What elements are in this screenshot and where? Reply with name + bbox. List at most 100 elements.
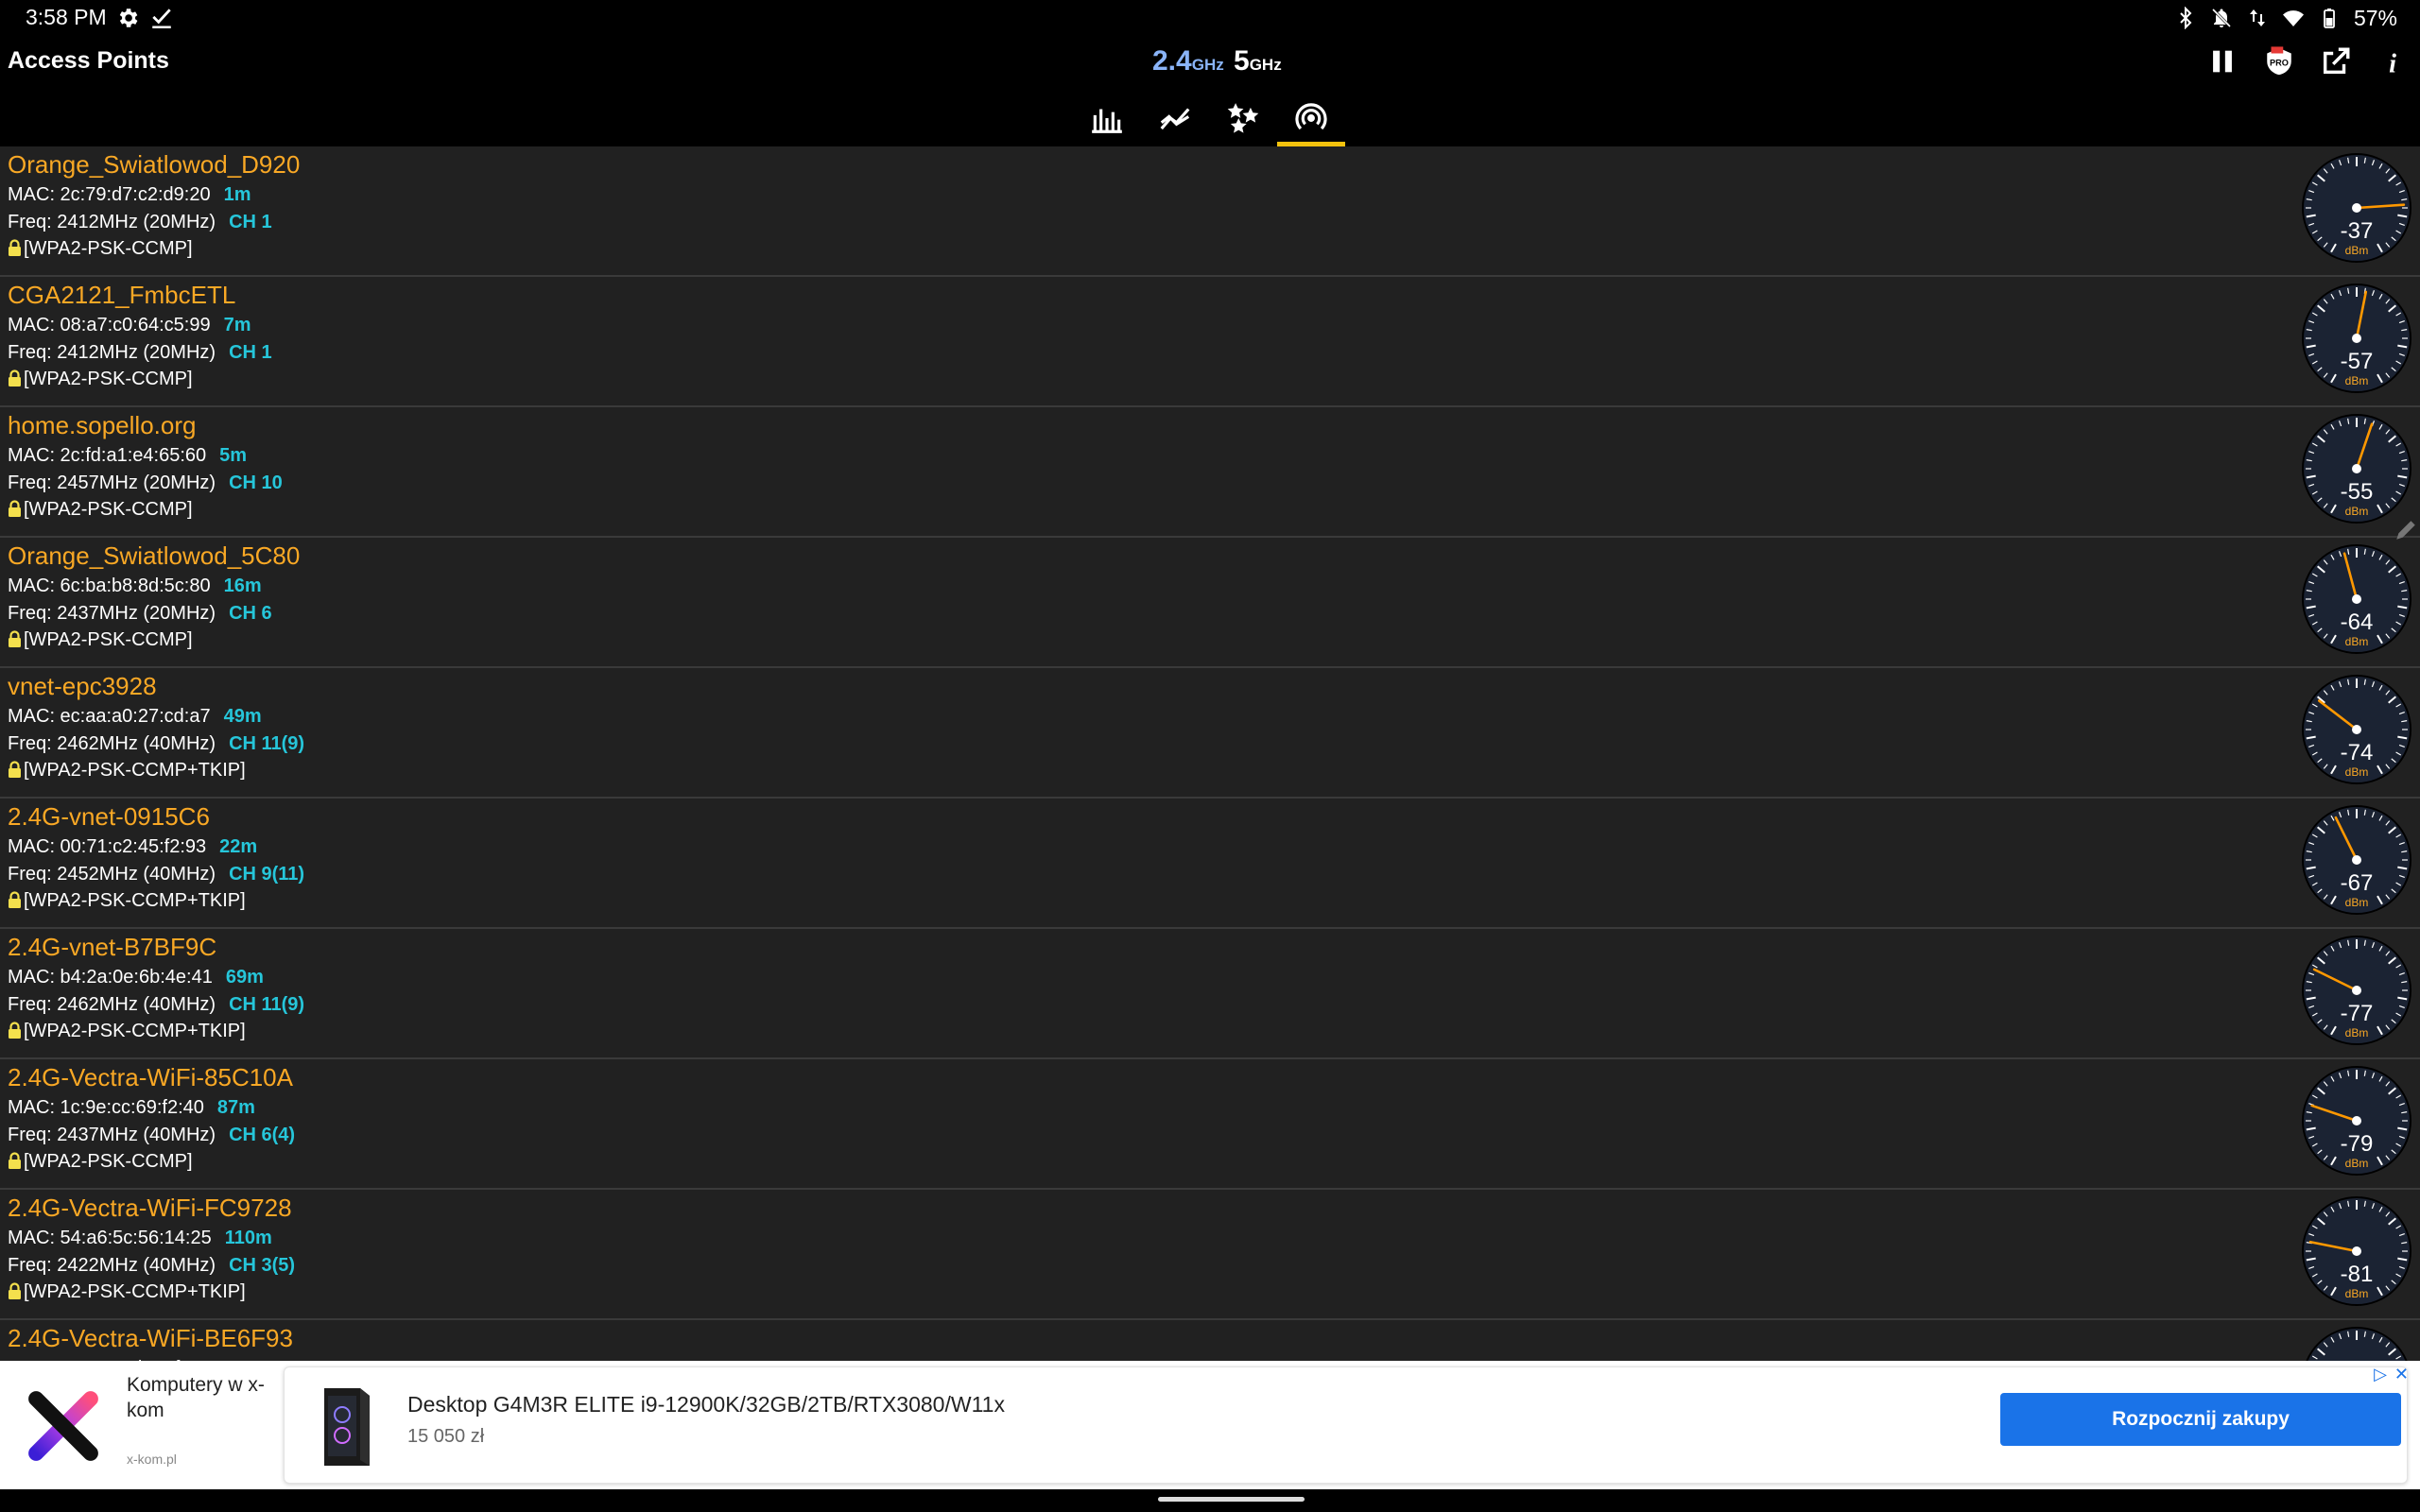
close-icon[interactable]: ✕	[2394, 1365, 2409, 1384]
freq-line: Freq: 2437MHz (20MHz) CH 6	[8, 603, 272, 625]
access-point-row[interactable]: Orange_Swiatlowod_5C80 MAC: 6c:ba:b8:8d:5…	[0, 538, 2420, 668]
band-5-number: 5	[1234, 45, 1250, 77]
gauge-hub	[2352, 1246, 2361, 1256]
distance-estimate: 49m	[223, 706, 262, 727]
access-point-row[interactable]: Orange_Swiatlowod_D920 MAC: 2c:79:d7:c2:d…	[0, 146, 2420, 277]
access-point-row[interactable]: home.sopello.org MAC: 2c:fd:a1:e4:65:60 5m…	[0, 407, 2420, 538]
tab-access-points[interactable]	[1277, 89, 1345, 146]
svg-text:i: i	[2389, 49, 2396, 77]
frequency: Freq: 2457MHz (20MHz)	[8, 472, 216, 493]
tab-channel-graph[interactable]	[1073, 89, 1141, 146]
dbm-unit: dBm	[2345, 244, 2369, 257]
mac-line: MAC: 08:a7:c0:64:c5:99 7m	[8, 315, 251, 336]
signal-gauge: -57dBm	[2302, 284, 2411, 393]
distance-estimate: 69m	[225, 967, 264, 988]
dbm-value: -64	[2341, 610, 2374, 635]
mac-address: MAC: 54:a6:5c:56:14:25	[8, 1228, 212, 1248]
gauge-hub	[2352, 986, 2361, 995]
mac-address: MAC: 2c:79:d7:c2:d9:20	[8, 184, 211, 205]
gear-icon	[119, 9, 138, 27]
ad-product-card[interactable]: Desktop G4M3R ELITE i9-12900K/32GB/2TB/R…	[284, 1366, 2408, 1484]
lock-icon	[9, 1022, 21, 1039]
dbm-value: -79	[2341, 1131, 2374, 1157]
ssid-label: Orange_Swiatlowod_D920	[8, 150, 301, 179]
distance-estimate: 87m	[216, 1097, 255, 1118]
dbm-unit: dBm	[2345, 1026, 2369, 1040]
home-gesture-handle[interactable]	[1158, 1497, 1305, 1502]
ad-price: 15 050 zł	[407, 1426, 485, 1447]
signal-gauge: -79dBm	[2302, 1066, 2411, 1176]
access-point-row[interactable]: CGA2121_FmbcETL MAC: 08:a7:c0:64:c5:99 7m F…	[0, 277, 2420, 407]
lock-icon	[9, 1152, 21, 1169]
security-line: [WPA2-PSK-CCMP+TKIP]	[8, 760, 246, 782]
ad-domain: x-kom.pl	[127, 1452, 177, 1467]
top-actions: PRO i	[2206, 45, 2409, 77]
access-point-row[interactable]: 2.4G-vnet-B7BF9C MAC: b4:2a:0e:6b:4e:41 69…	[0, 929, 2420, 1059]
ad-banner[interactable]: Komputery w x-kom x-kom.pl Desktop G4M3R…	[0, 1361, 2420, 1489]
mac-line: MAC: 1c:9e:cc:69:f2:40 87m	[8, 1097, 255, 1119]
mac-line: MAC: ec:aa:a0:27:cd:a7 49m	[8, 706, 262, 728]
dbm-unit: dBm	[2345, 374, 2369, 387]
freq-line: Freq: 2437MHz (40MHz) CH 6(4)	[8, 1125, 295, 1146]
distance-estimate: 5m	[219, 445, 248, 466]
stars-icon	[1227, 102, 1259, 133]
pro-badge-icon[interactable]: PRO	[2263, 45, 2295, 77]
freq-line: Freq: 2462MHz (40MHz) CH 11(9)	[8, 733, 304, 755]
tab-time-graph[interactable]	[1141, 89, 1209, 146]
bluetooth-icon	[2180, 7, 2192, 29]
pen-icon[interactable]	[2394, 518, 2418, 542]
mac-line: MAC: 54:a6:5c:56:14:25 110m	[8, 1228, 272, 1249]
security-type: [WPA2-PSK-CCMP]	[24, 238, 193, 259]
lock-icon	[9, 761, 21, 778]
distance-estimate: 7m	[223, 315, 251, 335]
share-icon[interactable]	[2320, 45, 2352, 77]
access-point-row[interactable]: 2.4G-vnet-0915C6 MAC: 00:71:c2:45:f2:93 22…	[0, 799, 2420, 929]
shop-now-button[interactable]: Rozpocznij zakupy	[2000, 1393, 2401, 1446]
bar-chart-icon	[1092, 109, 1122, 133]
gauge-hub	[2352, 1116, 2361, 1125]
ad-product-title: Desktop G4M3R ELITE i9-12900K/32GB/2TB/R…	[407, 1392, 1005, 1417]
ad-choices: ▷ ✕	[2374, 1365, 2409, 1384]
signal-icon	[1295, 102, 1327, 129]
dbm-unit: dBm	[2345, 635, 2369, 648]
system-nav-bar	[0, 1489, 2420, 1512]
mac-address: MAC: ec:aa:a0:27:cd:a7	[8, 706, 211, 727]
security-type: [WPA2-PSK-CCMP]	[24, 499, 193, 520]
dbm-unit: dBm	[2345, 896, 2369, 909]
frequency: Freq: 2412MHz (20MHz)	[8, 212, 216, 232]
channel-label: CH 11(9)	[229, 733, 305, 754]
tab-channel-rating[interactable]	[1209, 89, 1277, 146]
view-tabs	[1073, 89, 1345, 146]
frequency: Freq: 2422MHz (40MHz)	[8, 1255, 216, 1276]
wifi-icon	[2282, 10, 2304, 26]
mac-address: MAC: 6c:ba:b8:8d:5c:80	[8, 576, 211, 596]
security-line: [WPA2-PSK-CCMP]	[8, 499, 193, 521]
access-point-row[interactable]: vnet-epc3928 MAC: ec:aa:a0:27:cd:a7 49m Fre…	[0, 668, 2420, 799]
x-kom-logo-icon	[28, 1391, 98, 1461]
status-bar: 3:58 PM 57%	[0, 0, 2420, 36]
signal-gauge: -74dBm	[2302, 675, 2411, 784]
frequency: Freq: 2437MHz (20MHz)	[8, 603, 216, 624]
access-point-row[interactable]: 2.4G-Vectra-WiFi-85C10A MAC: 1c:9e:cc:69:…	[0, 1059, 2420, 1190]
frequency: Freq: 2437MHz (40MHz)	[8, 1125, 216, 1145]
gauge-hub	[2352, 855, 2361, 865]
band-5ghz-toggle[interactable]: 5GHz	[1234, 45, 1282, 77]
svg-text:PRO: PRO	[2270, 58, 2289, 67]
gauge-hub	[2352, 594, 2361, 604]
page-title: Access Points	[8, 47, 169, 74]
signal-gauge: -55dBm	[2302, 414, 2411, 524]
channel-label: CH 6	[229, 603, 272, 624]
pause-icon[interactable]	[2206, 45, 2238, 77]
lock-icon	[9, 630, 21, 647]
access-point-row[interactable]: 2.4G-Vectra-WiFi-BE6F93MAC: 08:a7:c0:be:…	[0, 1320, 2420, 1361]
info-icon[interactable]: i	[2377, 45, 2409, 77]
adchoices-icon[interactable]: ▷	[2374, 1365, 2387, 1384]
security-line: [WPA2-PSK-CCMP]	[8, 1151, 193, 1173]
ssid-label: CGA2121_FmbcETL	[8, 281, 236, 309]
line-chart-icon	[1160, 107, 1190, 129]
access-point-row[interactable]: 2.4G-Vectra-WiFi-FC9728 MAC: 54:a6:5c:56:…	[0, 1190, 2420, 1320]
pc-case-image	[324, 1388, 370, 1466]
band-24-number: 2.4	[1152, 45, 1192, 77]
access-point-list[interactable]: Orange_Swiatlowod_D920 MAC: 2c:79:d7:c2:d…	[0, 146, 2420, 1361]
band-24ghz-toggle[interactable]: 2.4GHz	[1152, 45, 1224, 77]
